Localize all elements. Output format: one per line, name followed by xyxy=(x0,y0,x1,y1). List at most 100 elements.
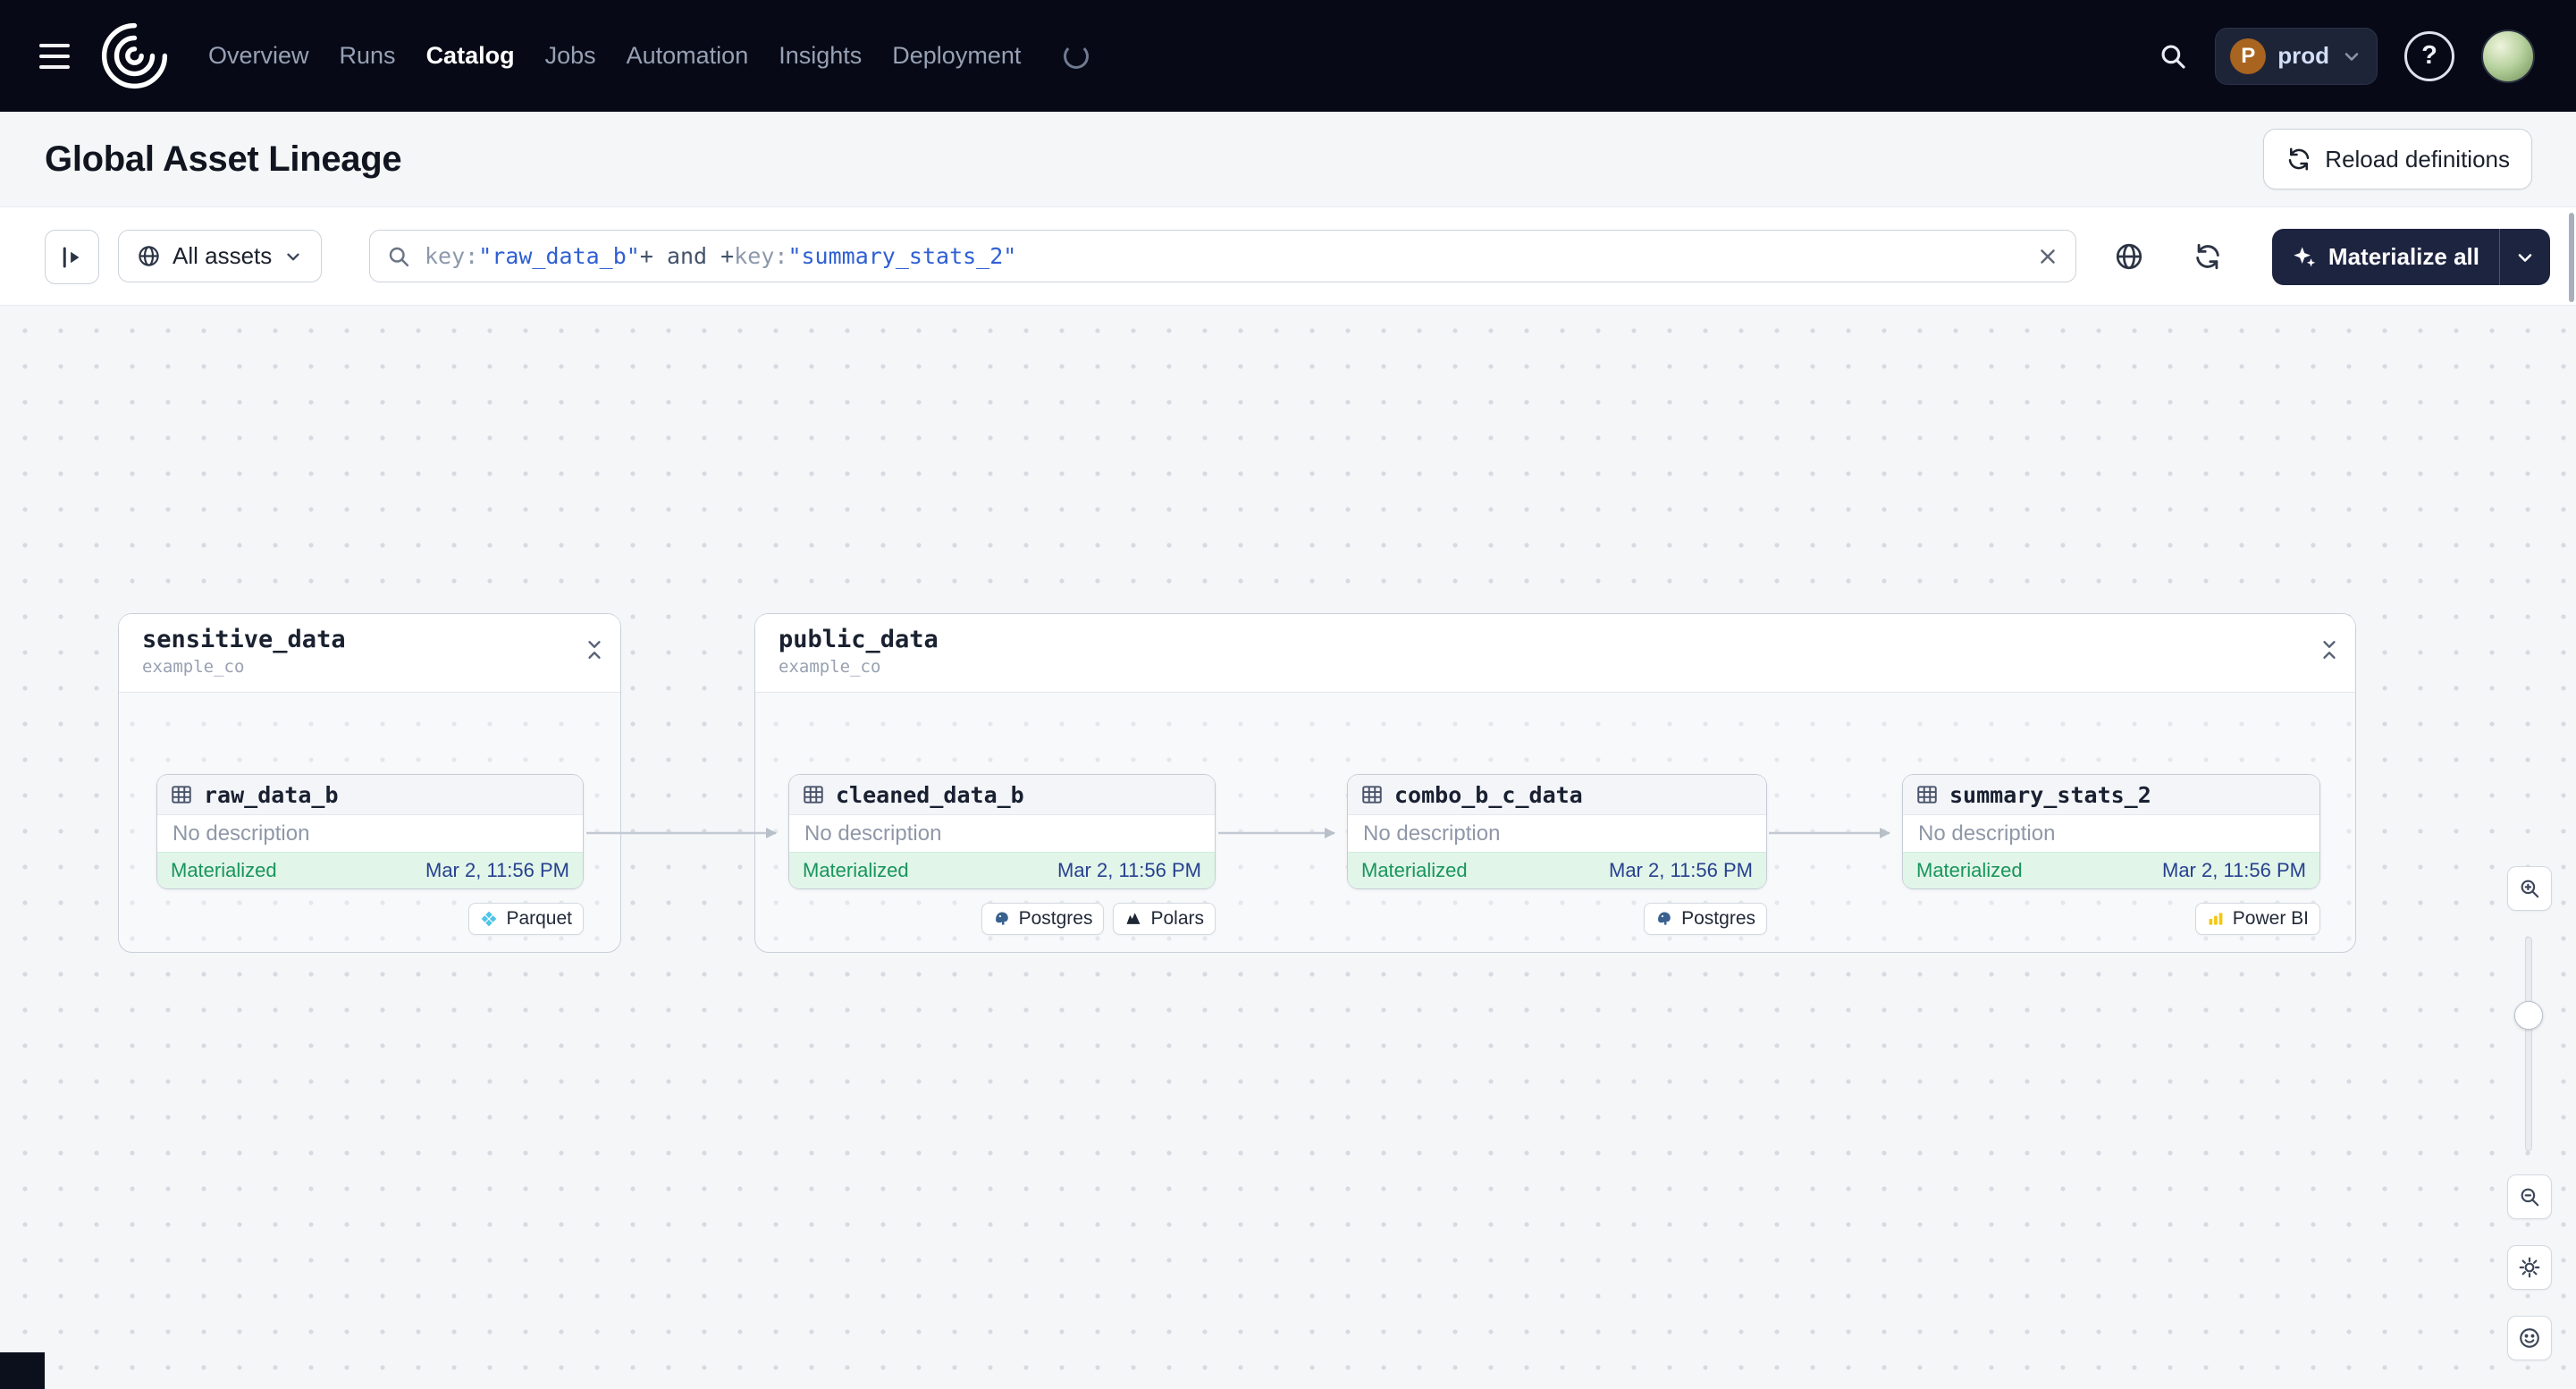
kind-tag-label: Postgres xyxy=(1018,908,1093,929)
asset-name: summary_stats_2 xyxy=(1949,781,2151,808)
asset-status-row: Materialized Mar 2, 11:56 PM xyxy=(1348,852,1766,888)
kind-tag-label: Parquet xyxy=(506,908,572,929)
asset-node-cleaned-data-b[interactable]: cleaned_data_b No description Materializ… xyxy=(788,774,1216,889)
asset-status-row: Materialized Mar 2, 11:56 PM xyxy=(1903,852,2319,888)
status-badge: Materialized xyxy=(171,859,277,881)
loading-spinner-icon xyxy=(1064,43,1090,69)
kind-tag-powerbi[interactable]: Power BI xyxy=(2194,903,2320,935)
powerbi-icon xyxy=(2209,913,2223,925)
materialization-timestamp[interactable]: Mar 2, 11:56 PM xyxy=(1057,859,1201,882)
asset-tags-summary-stats-2: Power BI xyxy=(1902,903,2320,935)
asset-scope-dropdown[interactable]: All assets xyxy=(118,230,323,282)
feedback-button[interactable] xyxy=(2507,1316,2552,1360)
reload-icon xyxy=(2289,147,2310,171)
zoom-in-button[interactable] xyxy=(2507,866,2552,911)
nav-right-cluster: P prod ? xyxy=(2158,27,2535,85)
nav-item-jobs[interactable]: Jobs xyxy=(545,42,596,70)
nav-links: Overview Runs Catalog Jobs Automation In… xyxy=(208,42,1090,70)
zoom-slider-handle[interactable] xyxy=(2514,1001,2543,1030)
asset-node-summary-stats-2[interactable]: summary_stats_2 No description Materiali… xyxy=(1902,774,2320,889)
search-icon[interactable] xyxy=(2158,41,2188,72)
kind-tag-label: Polars xyxy=(1150,908,1204,929)
search-icon xyxy=(389,247,409,266)
scrollbar-thumb[interactable] xyxy=(2569,213,2574,302)
materialize-options-button[interactable] xyxy=(2499,229,2550,285)
asset-status-row: Materialized Mar 2, 11:56 PM xyxy=(789,852,1215,888)
kind-tag-label: Postgres xyxy=(1681,908,1755,929)
reload-definitions-button[interactable]: Reload definitions xyxy=(2263,129,2532,189)
open-left-panel-button[interactable] xyxy=(45,230,99,284)
gear-icon xyxy=(2519,1257,2540,1278)
nav-item-overview[interactable]: Overview xyxy=(208,42,309,70)
refresh-button[interactable] xyxy=(2180,229,2235,284)
kind-tag-postgres[interactable]: Postgres xyxy=(981,903,1105,935)
help-glyph: ? xyxy=(2421,41,2437,70)
smiley-icon xyxy=(2520,1328,2539,1348)
table-icon xyxy=(172,786,191,804)
environment-avatar: P xyxy=(2230,38,2267,74)
table-icon xyxy=(804,786,823,804)
asset-name: cleaned_data_b xyxy=(836,781,1024,808)
asset-scope-label: All assets xyxy=(173,242,273,269)
globe-icon xyxy=(139,246,159,266)
nav-item-automation[interactable]: Automation xyxy=(627,42,749,70)
user-avatar[interactable] xyxy=(2481,29,2535,83)
lineage-scope-globe-button[interactable] xyxy=(2101,229,2157,284)
environment-switcher[interactable]: P prod xyxy=(2215,27,2378,85)
asset-description: No description xyxy=(1918,821,2056,846)
minimap-corner xyxy=(0,1352,45,1389)
nav-item-runs[interactable]: Runs xyxy=(340,42,396,70)
top-nav: Overview Runs Catalog Jobs Automation In… xyxy=(0,0,2576,112)
asset-tags-raw-data-b: Parquet xyxy=(156,903,584,935)
chevron-down-icon xyxy=(2344,52,2359,61)
asset-tags-cleaned-data-b: Postgres Polars xyxy=(788,903,1216,935)
lineage-canvas[interactable]: sensitive_data example_co public_data ex… xyxy=(0,306,2576,1389)
asset-status-row: Materialized Mar 2, 11:56 PM xyxy=(157,852,583,888)
parquet-icon xyxy=(482,911,497,927)
nav-item-insights[interactable]: Insights xyxy=(779,42,862,70)
materialize-all-button[interactable]: Materialize all xyxy=(2272,229,2499,285)
zoom-out-icon xyxy=(2521,1188,2539,1207)
materialize-all-label: Materialize all xyxy=(2328,243,2479,270)
polars-icon xyxy=(1126,913,1141,924)
asset-node-header: raw_data_b xyxy=(157,775,583,815)
zoom-out-button[interactable] xyxy=(2507,1174,2552,1219)
dagster-logo[interactable] xyxy=(100,21,169,90)
page-header: Global Asset Lineage Reload definitions xyxy=(0,112,2576,207)
status-badge: Materialized xyxy=(1916,859,2023,881)
asset-description: No description xyxy=(804,821,942,846)
chevron-down-icon xyxy=(2518,253,2532,262)
kind-tag-label: Power BI xyxy=(2232,908,2309,929)
asset-node-header: combo_b_c_data xyxy=(1348,775,1766,815)
asset-node-header: cleaned_data_b xyxy=(789,775,1215,815)
app-window: Overview Runs Catalog Jobs Automation In… xyxy=(0,0,2576,1389)
nav-item-deployment[interactable]: Deployment xyxy=(892,42,1021,70)
kind-tag-polars[interactable]: Polars xyxy=(1113,903,1216,935)
chevron-down-icon xyxy=(287,253,299,260)
materialization-timestamp[interactable]: Mar 2, 11:56 PM xyxy=(1609,859,1753,882)
dagster-logo-icon xyxy=(101,22,168,89)
asset-selection-input[interactable]: key:"raw_data_b"+ and +key:"summary_stat… xyxy=(369,230,2076,282)
clear-search-button[interactable] xyxy=(2036,245,2059,268)
status-badge: Materialized xyxy=(1361,859,1468,881)
nav-item-catalog[interactable]: Catalog xyxy=(426,42,515,70)
materialization-timestamp[interactable]: Mar 2, 11:56 PM xyxy=(425,859,569,882)
refresh-icon xyxy=(2196,243,2219,270)
asset-node-combo-b-c-data[interactable]: combo_b_c_data No description Materializ… xyxy=(1347,774,1767,889)
materialization-timestamp[interactable]: Mar 2, 11:56 PM xyxy=(2162,859,2306,882)
asset-selection-query: key:"raw_data_b"+ and +key:"summary_stat… xyxy=(425,243,1017,269)
postgres-icon xyxy=(995,912,1008,925)
asset-node-raw-data-b[interactable]: raw_data_b No description Materialized M… xyxy=(156,774,584,889)
graph-settings-button[interactable] xyxy=(2507,1245,2552,1290)
globe-icon xyxy=(2116,243,2142,270)
kind-tag-postgres[interactable]: Postgres xyxy=(1644,903,1767,935)
zoom-slider[interactable] xyxy=(2525,937,2532,1151)
help-button[interactable]: ? xyxy=(2404,30,2454,81)
status-badge: Materialized xyxy=(803,859,909,881)
kind-tag-parquet[interactable]: Parquet xyxy=(468,903,584,935)
materialize-all-split-button: Materialize all xyxy=(2271,229,2550,285)
lineage-toolbar: All assets key:"raw_data_b"+ and +key:"s… xyxy=(0,207,2576,306)
hamburger-menu-icon[interactable] xyxy=(34,38,75,74)
asset-name: raw_data_b xyxy=(204,781,339,808)
asset-description: No description xyxy=(173,821,310,846)
